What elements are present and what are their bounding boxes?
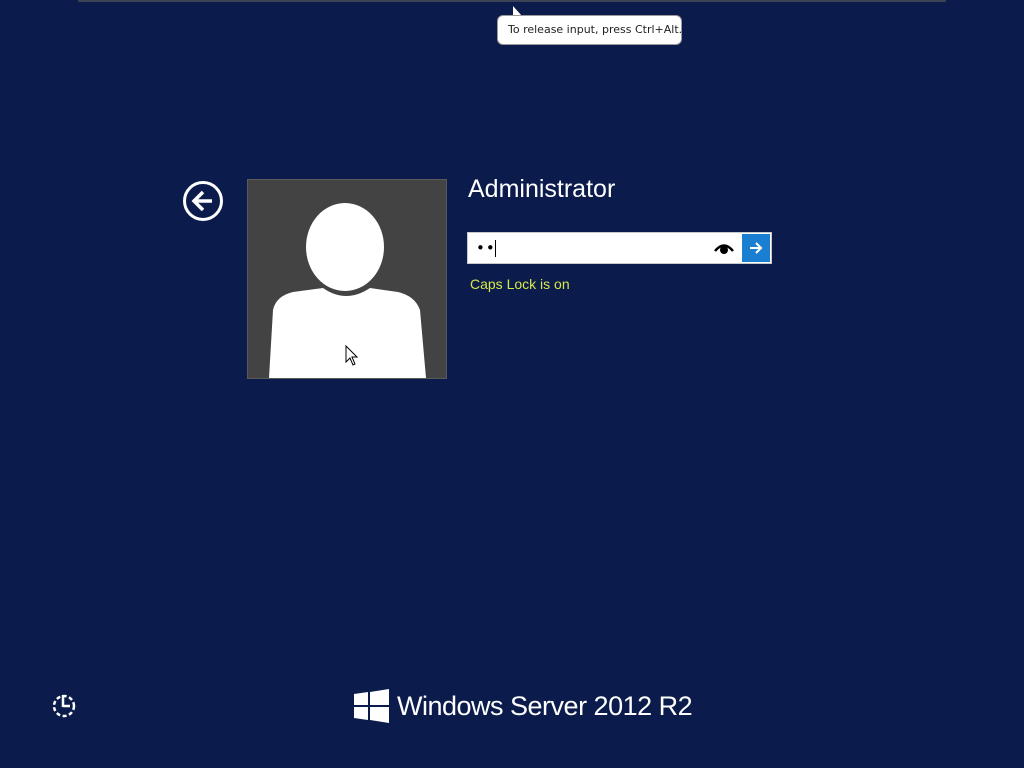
submit-button[interactable] xyxy=(742,234,770,262)
password-input[interactable]: •• xyxy=(476,233,496,263)
login-screen: To release input, press Ctrl+Alt. Admini… xyxy=(0,0,1024,768)
password-field[interactable]: •• xyxy=(467,232,772,264)
product-branding: Windows Server 2012 R2 xyxy=(354,688,693,724)
caps-lock-warning: Caps Lock is on xyxy=(470,276,570,292)
windows-logo-icon xyxy=(354,689,389,723)
back-arrow-icon xyxy=(191,190,212,212)
product-name: Windows Server 2012 R2 xyxy=(397,690,693,721)
text-caret xyxy=(495,240,496,257)
ease-of-access-icon[interactable] xyxy=(50,692,78,720)
back-button[interactable] xyxy=(183,181,223,221)
arrow-right-icon xyxy=(750,242,763,254)
release-input-tooltip: To release input, press Ctrl+Alt. xyxy=(497,15,682,45)
vm-top-bar xyxy=(78,0,946,2)
mouse-cursor-icon xyxy=(345,345,359,366)
eye-icon[interactable] xyxy=(713,240,735,256)
user-name: Administrator xyxy=(468,175,616,203)
